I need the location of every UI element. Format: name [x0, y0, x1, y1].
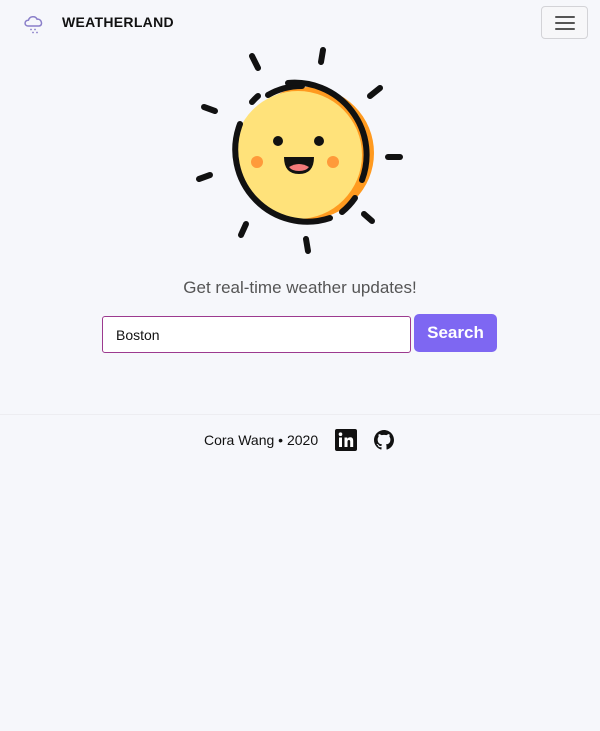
linkedin-icon — [335, 429, 357, 451]
brand-name[interactable]: WEATHERLAND — [62, 14, 174, 30]
smiling-sun-icon — [196, 47, 403, 254]
menu-toggle-button[interactable] — [541, 6, 588, 39]
tagline: Get real-time weather updates! — [183, 278, 417, 297]
cloud-rain-icon[interactable] — [22, 13, 46, 35]
github-link[interactable] — [374, 430, 394, 450]
github-icon — [374, 430, 394, 450]
linkedin-link[interactable] — [335, 429, 357, 451]
search-button[interactable]: Search — [414, 314, 497, 352]
footer-credit: Cora Wang • 2020 — [204, 432, 319, 448]
footer-divider — [0, 414, 600, 415]
city-search-input[interactable] — [102, 316, 411, 353]
